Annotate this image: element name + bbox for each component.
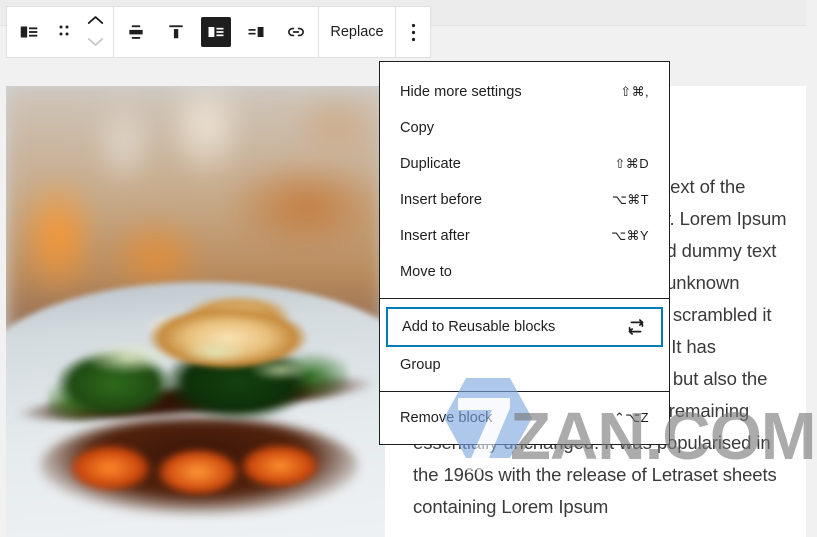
menu-item-label: Copy <box>400 120 435 136</box>
menu-item-add-to-reusable-blocks[interactable]: Add to Reusable blocks <box>386 307 663 347</box>
menu-item-shortcut: ⇧⌘, <box>620 84 649 99</box>
more-options-button[interactable] <box>398 7 428 57</box>
menu-item-insert-after[interactable]: Insert after ⌥⌘Y <box>380 218 669 254</box>
menu-item-remove-block[interactable]: Remove block ⌃⌥Z <box>380 400 669 436</box>
show-media-on-left-button[interactable] <box>196 7 236 57</box>
menu-item-copy[interactable]: Copy <box>380 110 669 146</box>
editor-top-bar-gutter <box>806 0 817 28</box>
drag-handle-button[interactable] <box>49 7 79 57</box>
menu-item-hide-more-settings[interactable]: Hide more settings ⇧⌘, <box>380 74 669 110</box>
toolbar-group-replace: Replace <box>319 7 396 57</box>
menu-item-shortcut: ⌃⌥Z <box>613 410 649 425</box>
align-center-button[interactable] <box>116 7 156 57</box>
media-on-left-icon <box>201 17 231 47</box>
menu-item-shortcut: ⇧⌘D <box>614 156 649 171</box>
align-top-button[interactable] <box>156 7 196 57</box>
menu-item-label: Move to <box>400 264 452 280</box>
menu-item-shortcut: ⌥⌘Y <box>611 228 649 243</box>
menu-item-label: Insert after <box>400 228 470 244</box>
menu-item-group[interactable]: Group <box>380 347 669 383</box>
menu-item-label: Remove block <box>400 410 493 426</box>
menu-item-shortcut: ⌥⌘T <box>611 192 649 207</box>
media-on-right-icon <box>241 17 271 47</box>
reusable-block-icon <box>625 316 647 338</box>
toolbar-group-more <box>396 7 430 57</box>
drag-dots-icon <box>49 17 79 47</box>
toolbar-group-align <box>114 7 319 57</box>
menu-item-insert-before[interactable]: Insert before ⌥⌘T <box>380 182 669 218</box>
food-photo <box>6 86 385 537</box>
menu-item-label: Group <box>400 357 441 373</box>
media-text-icon <box>14 17 44 47</box>
more-options-icon <box>398 17 428 47</box>
menu-item-label: Hide more settings <box>400 84 522 100</box>
block-more-options-menu: Hide more settings ⇧⌘, Copy Duplicate ⇧⌘… <box>379 61 670 445</box>
menu-item-move-to[interactable]: Move to <box>380 254 669 290</box>
replace-button[interactable]: Replace <box>321 7 393 57</box>
menu-item-label: Add to Reusable blocks <box>402 319 556 335</box>
block-type-media-text-button[interactable] <box>9 7 49 57</box>
align-center-icon <box>121 17 151 47</box>
chevron-up-icon[interactable] <box>87 13 104 31</box>
block-toolbar: Replace <box>6 6 431 58</box>
menu-item-label: Insert before <box>400 192 482 208</box>
menu-section-transform: Add to Reusable blocks Group <box>380 298 669 391</box>
menu-item-label: Duplicate <box>400 156 461 172</box>
toolbar-group-block <box>7 7 114 57</box>
show-media-on-right-button[interactable] <box>236 7 276 57</box>
move-up-down-button[interactable] <box>79 7 111 57</box>
menu-section-general: Hide more settings ⇧⌘, Copy Duplicate ⇧⌘… <box>380 66 669 298</box>
block-media-image[interactable] <box>6 86 385 537</box>
menu-section-remove: Remove block ⌃⌥Z <box>380 391 669 444</box>
link-icon <box>281 17 311 47</box>
menu-item-duplicate[interactable]: Duplicate ⇧⌘D <box>380 146 669 182</box>
align-top-icon <box>161 17 191 47</box>
chevron-down-icon[interactable] <box>87 34 104 52</box>
link-button[interactable] <box>276 7 316 57</box>
